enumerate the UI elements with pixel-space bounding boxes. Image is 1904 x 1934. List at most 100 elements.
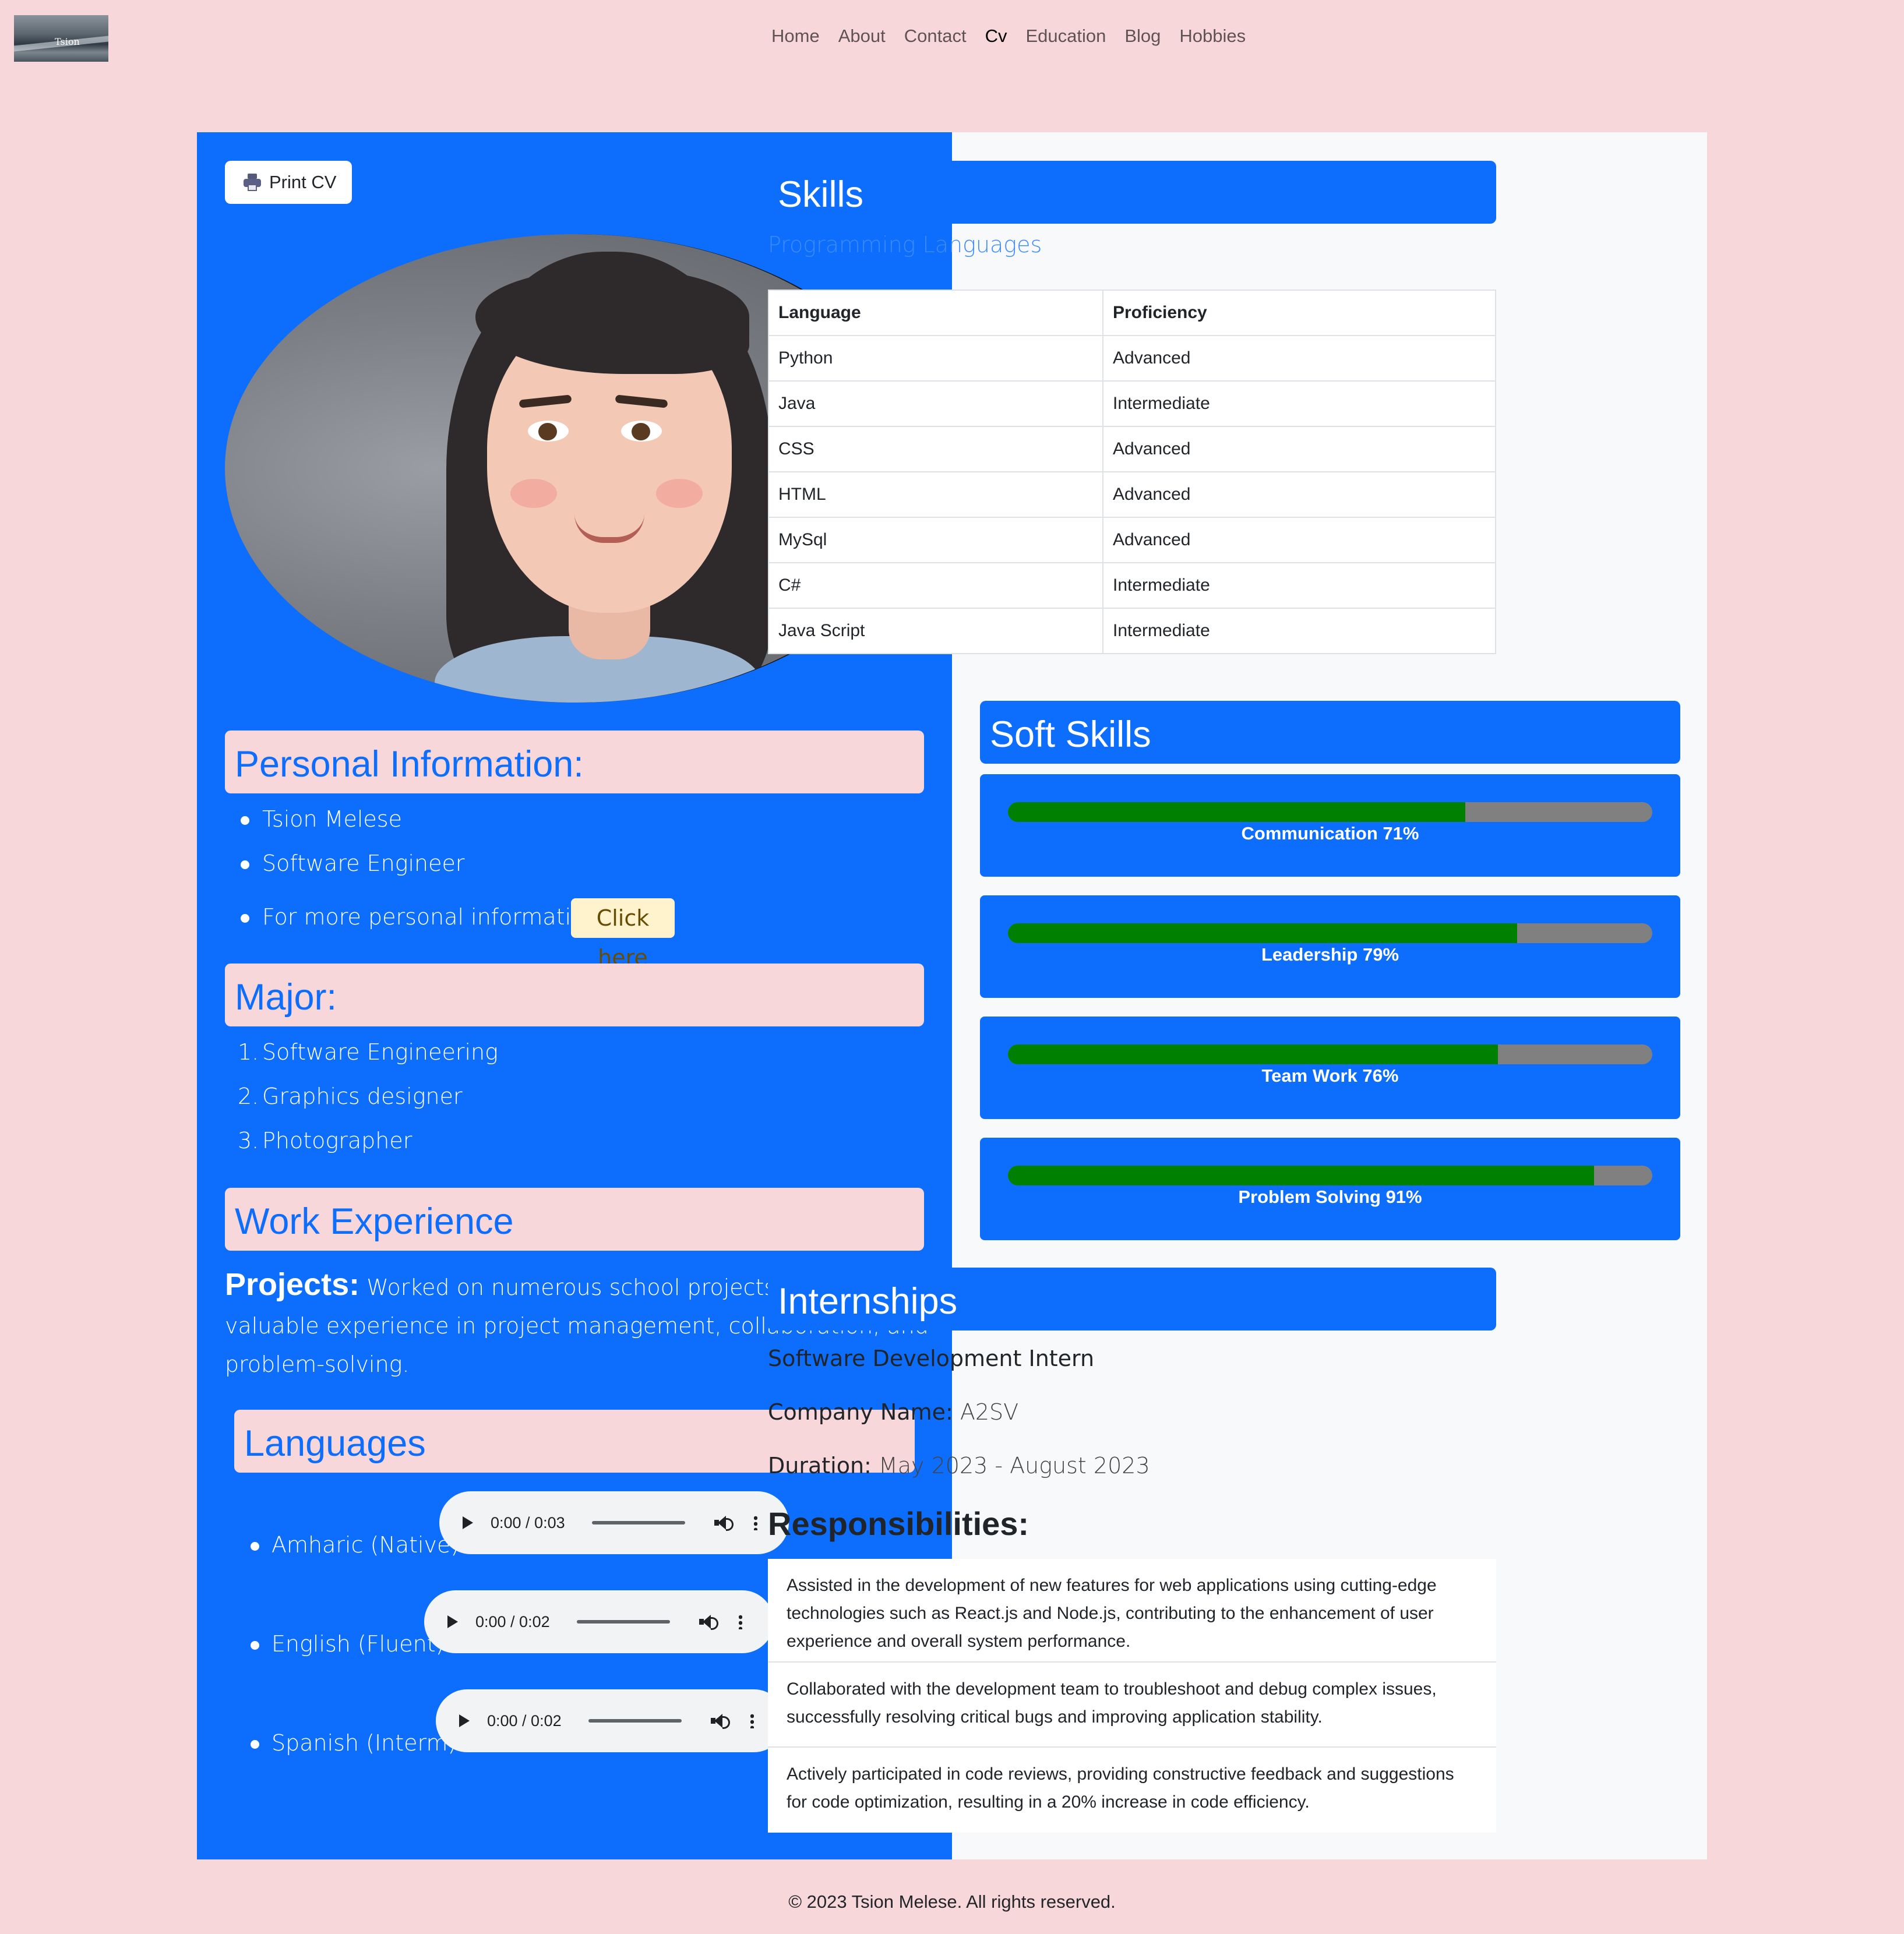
intern-role: Software Development Intern	[768, 1346, 1095, 1371]
progress-fill	[1008, 1166, 1595, 1185]
list-item: Assisted in the development of new featu…	[768, 1559, 1496, 1663]
internships-heading: Internships	[768, 1268, 1496, 1330]
nav-about[interactable]: About	[829, 26, 895, 47]
print-cv-button[interactable]: Print CV	[225, 161, 352, 204]
progress-bar	[1008, 802, 1652, 822]
volume-icon[interactable]	[714, 1515, 734, 1531]
cell-proficiency: Advanced	[1102, 426, 1496, 472]
nav-hobbies[interactable]: Hobbies	[1170, 26, 1255, 47]
intern-duration: Duration: May 2023 - August 2023	[768, 1453, 1150, 1478]
language-label: Amharic (Native)	[272, 1532, 460, 1558]
major-item: Graphics designer	[262, 1084, 463, 1109]
cell-proficiency: Intermediate	[1102, 608, 1496, 654]
click-here-link[interactable]: Click here	[571, 898, 675, 970]
soft-skill-card: Communication 71%	[980, 774, 1680, 877]
more-options-icon[interactable]	[753, 1515, 757, 1530]
play-icon[interactable]	[459, 1714, 470, 1727]
bullet	[241, 816, 249, 825]
nav-cv[interactable]: Cv	[976, 26, 1017, 47]
soft-skill-card: Problem Solving 91%	[980, 1138, 1680, 1240]
bullet	[241, 860, 249, 869]
main-nav: Home About Contact Cv Education Blog Hob…	[762, 26, 1255, 47]
bullet	[251, 1740, 259, 1749]
progress-bar	[1008, 1044, 1652, 1064]
intern-company: Company Name: A2SV	[768, 1399, 1018, 1425]
progress-bar	[1008, 1166, 1652, 1185]
table-row: MySql Advanced	[768, 517, 1496, 563]
logo-text: Tsion	[55, 36, 80, 47]
soft-skill-card: Leadership 79%	[980, 895, 1680, 998]
nav-blog[interactable]: Blog	[1115, 26, 1170, 47]
soft-skill-label: Problem Solving 91%	[1238, 1187, 1422, 1207]
skills-heading: Skills	[768, 161, 1496, 224]
volume-icon[interactable]	[710, 1713, 731, 1729]
column-header: Proficiency	[1102, 290, 1496, 336]
nav-education[interactable]: Education	[1016, 26, 1115, 47]
audio-seek-bar[interactable]	[591, 1521, 685, 1524]
audio-seek-bar[interactable]	[576, 1620, 670, 1624]
more-options-icon[interactable]	[738, 1614, 742, 1629]
audio-time: 0:00 / 0:03	[491, 1513, 565, 1531]
progress-fill	[1008, 923, 1517, 943]
personal-name: Tsion Melese	[262, 806, 402, 832]
responsibilities-heading: Responsibilities:	[768, 1505, 1029, 1542]
company-value: A2SV	[960, 1399, 1019, 1425]
progress-fill	[1008, 802, 1466, 822]
cell-language: C#	[768, 562, 1103, 609]
bullet	[251, 1641, 259, 1650]
major-num-3: 3.	[238, 1128, 259, 1153]
cell-language: MySql	[768, 517, 1103, 563]
column-header: Language	[768, 290, 1103, 336]
play-icon[interactable]	[463, 1516, 473, 1529]
audio-player-english: 0:00 / 0:02	[424, 1590, 774, 1653]
table-row: Java Intermediate	[768, 380, 1496, 427]
audio-time: 0:00 / 0:02	[475, 1612, 550, 1631]
cell-proficiency: Intermediate	[1102, 380, 1496, 427]
soft-skill-card: Team Work 76%	[980, 1017, 1680, 1119]
table-row: CSS Advanced	[768, 426, 1496, 472]
cell-proficiency: Advanced	[1102, 471, 1496, 518]
audio-seek-bar[interactable]	[588, 1719, 682, 1723]
progress-bar	[1008, 923, 1652, 943]
progress-fill	[1008, 1044, 1498, 1064]
cell-proficiency: Advanced	[1102, 517, 1496, 563]
audio-player-amharic: 0:00 / 0:03	[439, 1491, 789, 1554]
audio-time: 0:00 / 0:02	[487, 1711, 562, 1730]
soft-skill-label: Communication 71%	[1241, 823, 1419, 844]
cell-language: Python	[768, 335, 1103, 382]
soft-skill-label: Team Work 76%	[1261, 1065, 1399, 1086]
personal-title: Software Engineer	[262, 850, 465, 876]
list-item: Collaborated with the development team t…	[768, 1663, 1496, 1748]
table-row: Python Advanced	[768, 335, 1496, 382]
audio-player-spanish: 0:00 / 0:02	[436, 1689, 785, 1752]
bullet	[241, 914, 249, 923]
soft-skills-heading: Soft Skills	[980, 701, 1680, 764]
print-cv-label: Print CV	[269, 172, 337, 192]
table-row: HTML Advanced	[768, 471, 1496, 518]
table-header-row: Language Proficiency	[768, 290, 1496, 336]
printer-icon	[244, 174, 261, 191]
play-icon[interactable]	[447, 1615, 458, 1628]
nav-home[interactable]: Home	[762, 26, 829, 47]
cell-language: HTML	[768, 471, 1103, 518]
cell-proficiency: Advanced	[1102, 335, 1496, 382]
more-options-icon[interactable]	[750, 1713, 754, 1728]
bullet	[251, 1542, 259, 1551]
cell-proficiency: Intermediate	[1102, 562, 1496, 609]
duration-value: May 2023 - August 2023	[878, 1453, 1150, 1478]
major-item: Software Engineering	[262, 1039, 498, 1065]
footer-copyright: © 2023 Tsion Melese. All rights reserved…	[788, 1891, 1116, 1912]
work-experience-heading: Work Experience	[225, 1188, 924, 1251]
projects-label: Projects:	[225, 1267, 360, 1302]
cell-language: Java	[768, 380, 1103, 427]
cell-language: Java Script	[768, 608, 1103, 654]
major-num-2: 2.	[238, 1084, 259, 1109]
skills-subtitle: Programming Languages	[768, 232, 1042, 257]
language-label: Spanish (Interm)	[272, 1730, 457, 1756]
site-logo[interactable]: Tsion	[14, 15, 108, 62]
personal-info-heading: Personal Information:	[225, 730, 924, 793]
volume-icon[interactable]	[699, 1614, 719, 1630]
nav-contact[interactable]: Contact	[895, 26, 976, 47]
table-row: C# Intermediate	[768, 562, 1496, 609]
duration-label: Duration:	[768, 1453, 872, 1478]
